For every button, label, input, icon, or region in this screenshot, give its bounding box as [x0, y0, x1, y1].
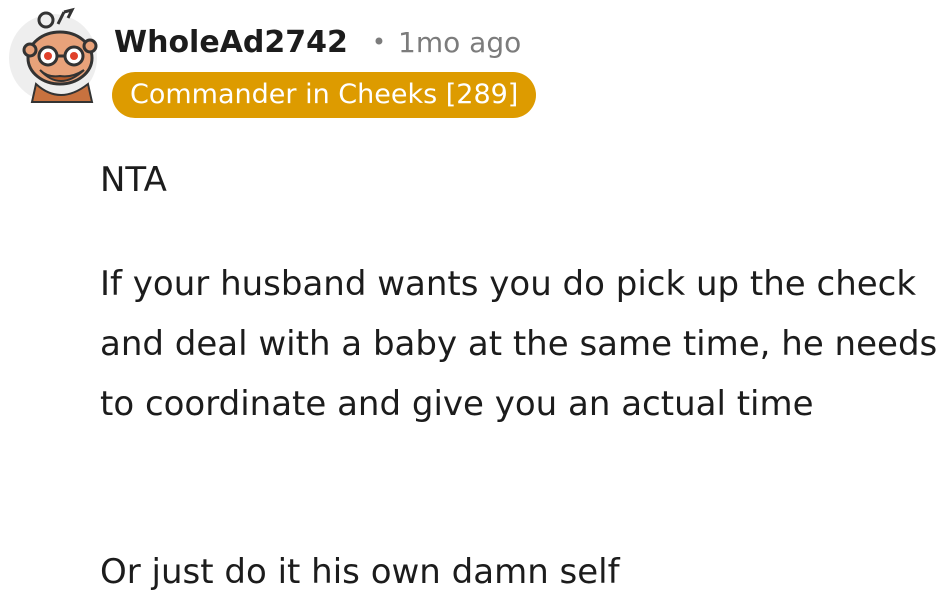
- timestamp[interactable]: 1mo ago: [398, 26, 521, 59]
- comment-header: WholeAd2742 • 1mo ago: [114, 20, 521, 64]
- user-flair: Commander in Cheeks [289]: [112, 72, 537, 118]
- meta-separator: •: [371, 28, 387, 56]
- avatar[interactable]: [6, 6, 100, 104]
- username-link[interactable]: WholeAd2742: [114, 25, 348, 60]
- comment: WholeAd2742 • 1mo ago Commander in Cheek…: [0, 0, 943, 608]
- comment-paragraph: Or just do it his own damn self: [100, 552, 620, 592]
- comment-paragraph: If your husband wants you do pick up the…: [100, 264, 938, 424]
- snoo-avatar-icon: [9, 7, 98, 103]
- comment-paragraph: NTA: [100, 160, 167, 200]
